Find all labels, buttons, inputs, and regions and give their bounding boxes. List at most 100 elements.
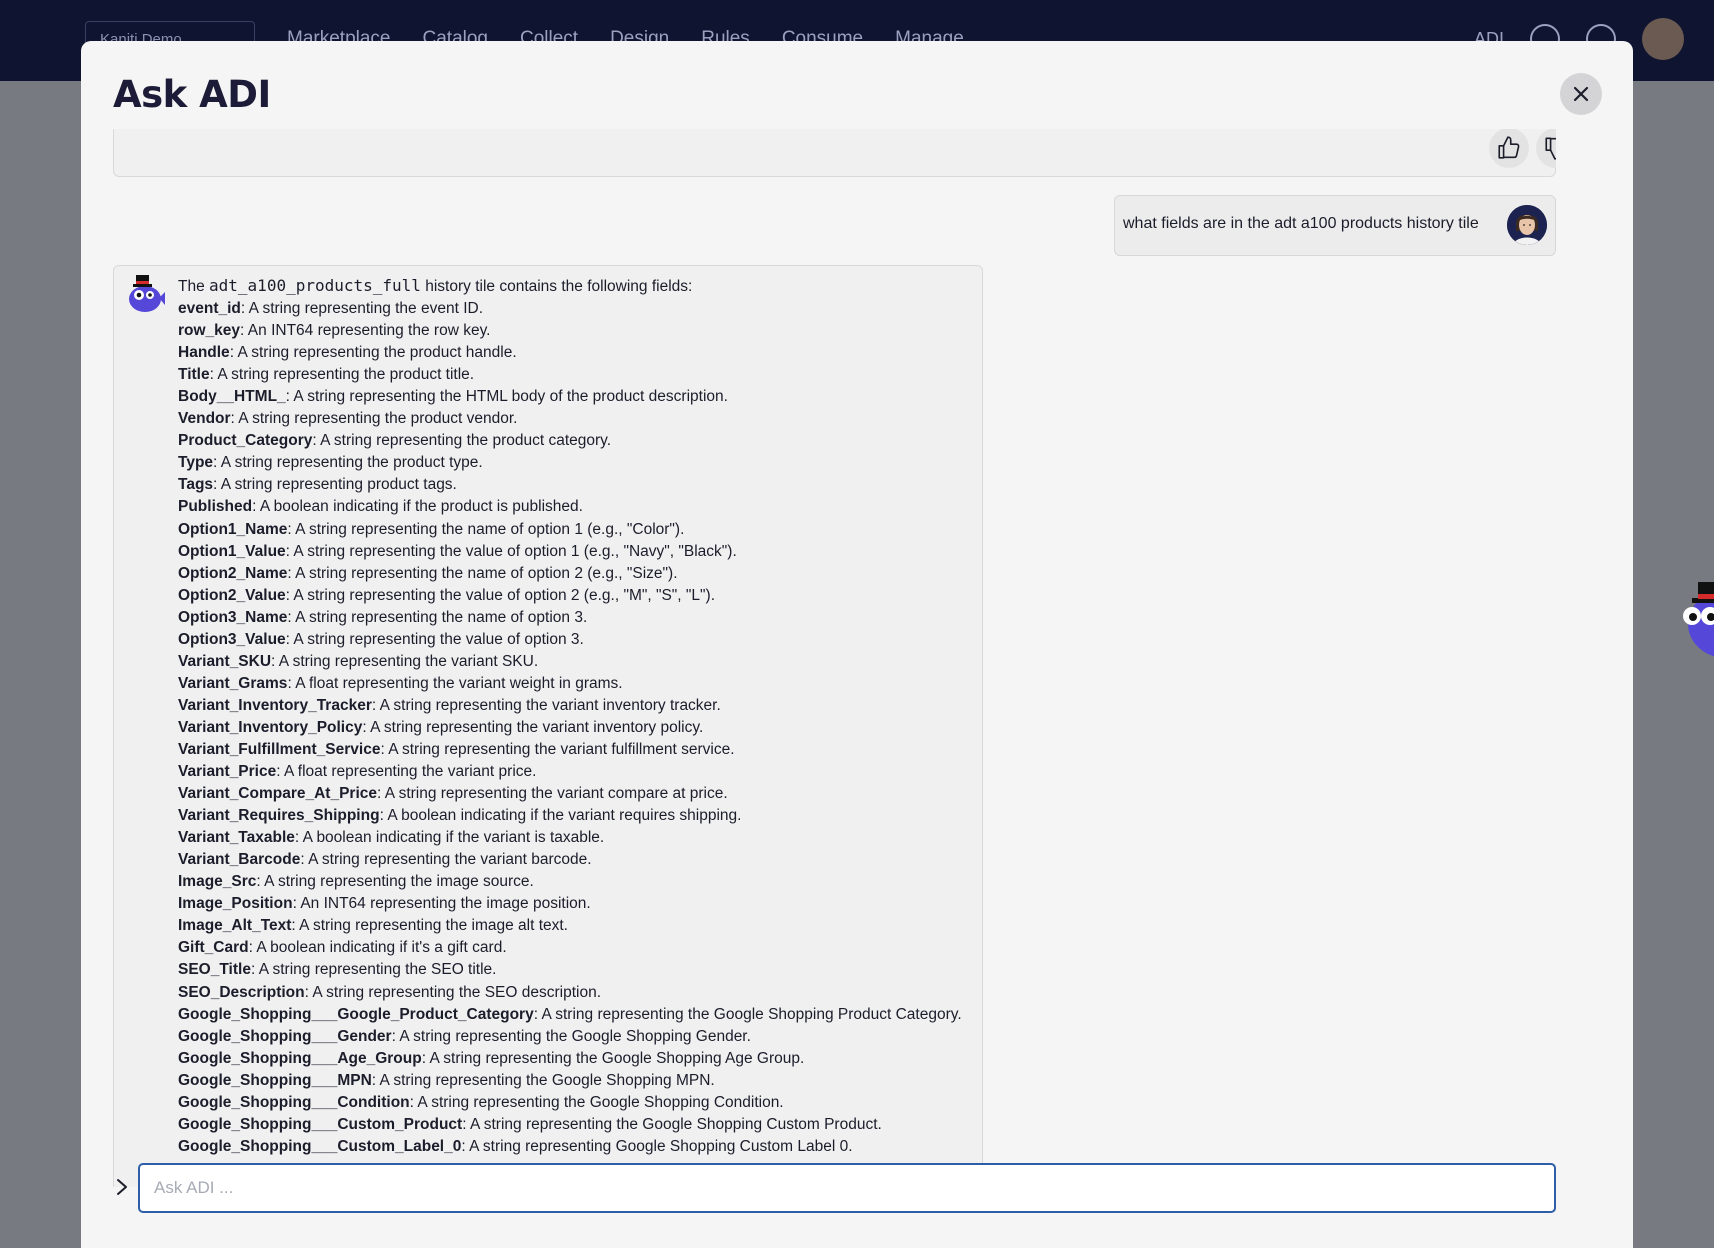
field-description: : A string representing the product hand… [229,344,517,362]
conversation-area[interactable]: what fields are in the adt a100 products… [113,129,1556,1187]
field-line: Variant_SKU: A string representing the v… [178,651,978,673]
field-description: : A string representing the Google Shopp… [421,1049,805,1067]
field-list: event_id: A string representing the even… [178,298,978,1158]
field-line: Variant_Price: A float representing the … [178,761,978,783]
field-name: Google_Shopping___Custom_Label_0 [178,1137,462,1155]
field-description: : A string representing the HTML body of… [285,388,728,406]
field-description: : A string representing the event ID. [240,300,484,318]
field-description: : A string representing the Google Shopp… [391,1027,751,1045]
intro-text: history tile contains the following fiel… [420,278,693,295]
field-name: row_key [178,322,241,340]
field-line: Body__HTML_: A string representing the H… [178,386,978,408]
thumbs-up-icon [1498,136,1520,159]
field-description: : A float representing the variant price… [276,763,537,781]
field-line: Option1_Name: A string representing the … [178,519,978,541]
field-description: : A string representing the variant comp… [377,785,728,803]
field-description: : A string representing the product titl… [209,366,475,384]
field-line: Image_Src: A string representing the ima… [178,871,978,893]
field-name: Handle [178,344,230,362]
field-name: Variant_Compare_At_Price [178,785,378,803]
field-name: SEO_Title [178,961,251,979]
field-name: Product_Category [178,432,313,450]
field-name: Option3_Name [178,608,288,626]
field-description: : A string representing the value of opt… [285,586,716,604]
field-line: Tags: A string representing product tags… [178,474,978,496]
field-description: : A boolean indicating if it's a gift ca… [248,939,507,957]
field-line: Vendor: A string representing the produc… [178,408,978,430]
field-description: : A string representing the image alt te… [291,917,568,935]
field-description: : A string representing the name of opti… [287,608,588,626]
user-avatar-icon [1507,205,1547,245]
field-line: Image_Alt_Text: A string representing th… [178,915,978,937]
field-line: Option3_Value: A string representing the… [178,629,978,651]
field-description: : A boolean indicating if the variant is… [294,829,605,847]
close-button[interactable] [1560,73,1602,115]
field-line: Google_Shopping___MPN: A string represen… [178,1070,978,1092]
field-name: Option3_Value [178,630,286,648]
field-line: Handle: A string representing the produc… [178,342,978,364]
field-name: Tags [178,476,214,494]
field-description: : An INT64 representing the row key. [240,322,491,340]
field-line: Option3_Name: A string representing the … [178,607,978,629]
field-description: : A boolean indicating if the variant re… [379,807,742,825]
field-line: SEO_Description: A string representing t… [178,982,978,1004]
assistant-message-text: The adt_a100_products_full history tile … [178,275,978,1158]
field-description: : A string representing the value of opt… [285,542,737,560]
field-line: Google_Shopping___Gender: A string repre… [178,1026,978,1048]
field-line: Variant_Inventory_Policy: A string repre… [178,717,978,739]
close-icon [1573,86,1589,102]
field-line: Image_Position: An INT64 representing th… [178,893,978,915]
field-description: : A string representing the product type… [213,454,483,472]
assistant-message: The adt_a100_products_full history tile … [113,265,983,1187]
field-line: Variant_Requires_Shipping: A boolean ind… [178,805,978,827]
field-description: : A boolean indicating if the product is… [252,498,583,516]
adi-mascot-icon[interactable] [1676,574,1714,666]
field-description: : A string representing the variant fulf… [380,740,735,758]
field-description: : A string representing the name of opti… [287,520,685,538]
field-name: Google_Shopping___Custom_Product [178,1115,463,1133]
field-line: Title: A string representing the product… [178,364,978,386]
thumbs-down-icon [1545,137,1556,160]
field-name: Variant_Inventory_Policy [178,718,363,736]
field-description: : A string representing the variant inve… [371,696,721,714]
field-description: : A string representing the product vend… [230,410,518,428]
field-name: Option2_Value [178,586,286,604]
field-name: Image_Position [178,895,293,913]
thumbs-down-button[interactable] [1536,129,1556,168]
adi-bot-icon [129,275,165,312]
field-description: : A string representing the Google Shopp… [371,1071,715,1089]
ask-adi-input[interactable] [138,1163,1556,1213]
field-description: : A string representing the variant SKU. [271,652,539,670]
field-line: Option2_Value: A string representing the… [178,585,978,607]
field-name: Variant_Barcode [178,851,301,869]
field-description: : A string representing product tags. [213,476,457,494]
table-name-code: adt_a100_products_full [209,276,421,295]
field-line: Google_Shopping___Age_Group: A string re… [178,1048,978,1070]
field-description: : A string representing Google Shopping … [461,1137,853,1155]
field-name: Published [178,498,253,516]
field-description: : A float representing the variant weigh… [287,674,623,692]
field-name: Title [178,366,210,384]
field-description: : A string representing the image source… [256,873,534,891]
field-name: Variant_Price [178,763,277,781]
previous-message [113,129,1556,177]
field-description: : A string representing the name of opti… [287,564,678,582]
field-description: : A string representing the variant barc… [300,851,592,869]
field-description: : A string representing the Google Shopp… [409,1093,784,1111]
field-name: SEO_Description [178,983,305,1001]
field-name: Option1_Name [178,520,288,538]
field-line: Type: A string representing the product … [178,452,978,474]
field-name: Image_Src [178,873,257,891]
avatar [1507,205,1547,245]
avatar[interactable] [1642,18,1684,60]
field-line: Variant_Barcode: A string representing t… [178,849,978,871]
field-line: Published: A boolean indicating if the p… [178,496,978,518]
field-name: Variant_Requires_Shipping [178,807,380,825]
field-line: Variant_Inventory_Tracker: A string repr… [178,695,978,717]
chevron-right-icon[interactable] [113,1177,131,1197]
field-name: Google_Shopping___Google_Product_Categor… [178,1005,534,1023]
field-description: : A string representing the variant inve… [362,718,704,736]
field-name: Image_Alt_Text [178,917,292,935]
thumbs-up-button[interactable] [1489,129,1529,168]
input-row [113,1163,1556,1213]
